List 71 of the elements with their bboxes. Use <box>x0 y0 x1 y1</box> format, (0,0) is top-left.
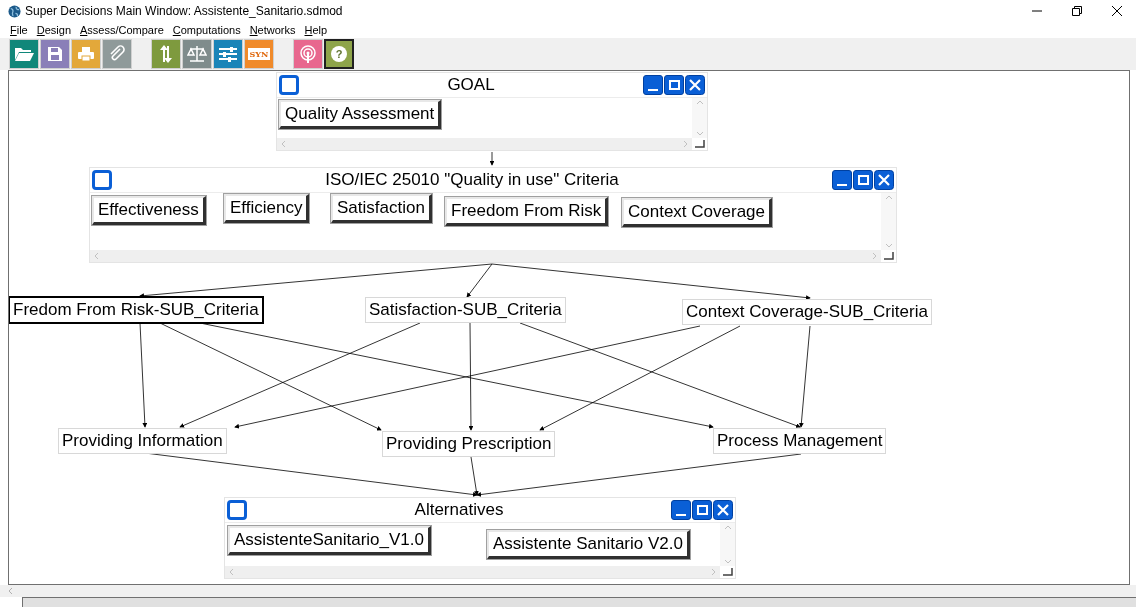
horizontal-scrollbar[interactable] <box>0 585 1136 597</box>
toolbar-button[interactable] <box>151 39 181 69</box>
node-button[interactable]: Efficiency <box>224 194 310 223</box>
node-button[interactable]: Quality Assessment <box>279 100 442 129</box>
syn-icon: SYN <box>247 48 271 60</box>
node-button[interactable]: Effectiveness <box>92 196 206 225</box>
node-label[interactable]: Satisfaction-SUB_Criteria <box>365 297 566 323</box>
swap-arrows-icon <box>158 44 174 64</box>
menu-item[interactable]: Computations <box>172 21 241 39</box>
antenna-icon <box>299 45 317 63</box>
up-chevron-icon[interactable] <box>723 525 732 530</box>
down-chevron-icon[interactable] <box>695 131 704 136</box>
minimize-icon[interactable] <box>832 170 852 190</box>
checkbox-icon[interactable] <box>92 170 112 190</box>
toolbar-button[interactable] <box>102 39 132 69</box>
checkbox-icon[interactable] <box>279 75 299 95</box>
vertical-scrollbar[interactable] <box>720 523 735 566</box>
maximize-icon[interactable] <box>853 170 873 190</box>
node-button[interactable]: Context Coverage <box>622 198 773 227</box>
restore-icon[interactable] <box>1072 6 1082 16</box>
menu-item[interactable]: Networks <box>249 21 296 39</box>
close-icon[interactable] <box>685 75 705 95</box>
toolbar-button[interactable] <box>182 39 212 69</box>
resize-grip-icon[interactable] <box>692 138 707 150</box>
resize-grip-icon[interactable] <box>881 250 896 262</box>
menu-item[interactable]: Assess/Compare <box>80 21 164 39</box>
close-icon[interactable] <box>1112 6 1122 16</box>
close-icon[interactable] <box>713 500 733 520</box>
node-label[interactable]: Providing Prescription <box>382 431 556 457</box>
close-icon[interactable] <box>874 170 894 190</box>
vertical-scrollbar[interactable] <box>881 193 896 250</box>
node-button[interactable]: Satisfaction <box>331 194 432 223</box>
minimize-icon[interactable] <box>671 500 691 520</box>
toolbar-button[interactable] <box>40 39 70 69</box>
down-chevron-icon[interactable] <box>884 243 893 248</box>
down-chevron-icon[interactable] <box>723 559 732 564</box>
maximize-icon[interactable] <box>692 500 712 520</box>
node-button[interactable]: Assistente Sanitario V2.0 <box>487 530 690 559</box>
minimize-icon[interactable] <box>643 75 663 95</box>
node-button[interactable]: AssistenteSanitario_V1.0 <box>228 526 431 555</box>
scales-icon <box>187 45 207 63</box>
toolbar-button[interactable] <box>213 39 243 69</box>
globe-icon <box>8 4 21 18</box>
toolbar-button[interactable] <box>293 39 323 69</box>
help-icon: ? <box>331 46 347 62</box>
resize-grip-icon[interactable] <box>720 566 735 578</box>
toolbar-button[interactable]: ? <box>324 39 354 69</box>
sliders-icon <box>218 46 238 62</box>
menu-item[interactable]: File <box>10 21 28 39</box>
up-chevron-icon[interactable] <box>884 195 893 200</box>
left-chevron-icon[interactable] <box>8 587 13 595</box>
folder-icon <box>14 46 34 62</box>
cluster-title: GOAL <box>446 74 496 97</box>
up-chevron-icon[interactable] <box>695 100 704 105</box>
cluster-title: ISO/IEC 25010 "Quality in use" Criteria <box>324 169 620 192</box>
node-button[interactable]: Freedom From Risk <box>445 197 609 226</box>
toolbar-button[interactable] <box>9 39 39 69</box>
menu-item[interactable]: Help <box>304 21 328 39</box>
paperclip-icon <box>109 45 125 63</box>
printer-icon <box>77 46 95 62</box>
maximize-icon[interactable] <box>664 75 684 95</box>
node-label[interactable]: Fredom From Risk-SUB_Criteria <box>9 296 264 324</box>
window-title: Super Decisions Main Window: Assistente_Sanitario.sdmod <box>25 3 344 20</box>
menu-item[interactable]: Design <box>36 21 71 39</box>
cluster-title: Alternatives <box>413 499 505 522</box>
vertical-scrollbar[interactable] <box>692 98 707 138</box>
toolbar-button[interactable] <box>71 39 101 69</box>
checkbox-icon[interactable] <box>227 500 247 520</box>
node-label[interactable]: Providing Information <box>58 428 227 454</box>
node-label[interactable]: Process Management <box>713 428 887 454</box>
node-label[interactable]: Context Coverage-SUB_Criteria <box>682 299 932 325</box>
